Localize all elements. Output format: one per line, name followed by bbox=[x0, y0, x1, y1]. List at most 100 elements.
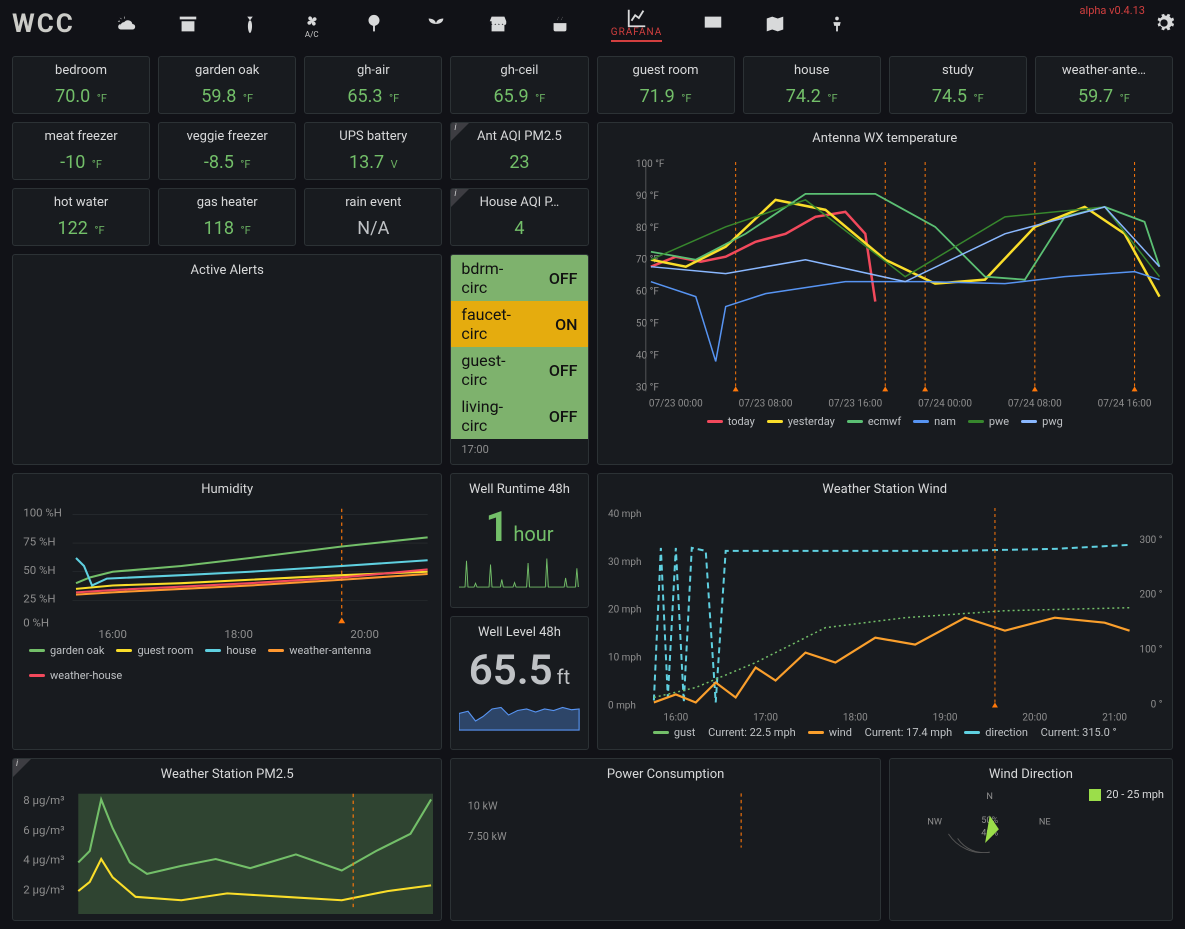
info-icon[interactable] bbox=[451, 189, 469, 207]
humidity-chart: 100 %H75 %H50 %H25 %H0 %H 16:0018:0020:0… bbox=[21, 503, 433, 640]
svg-text:75 %H: 75 %H bbox=[23, 534, 55, 548]
panel-title: Antenna WX temperature bbox=[606, 129, 1165, 152]
svg-text:30 mph: 30 mph bbox=[608, 557, 642, 568]
stat-rain-event[interactable]: rain event N/A bbox=[304, 188, 442, 246]
stat-gh-ceil[interactable]: gh-ceil 65.9 °F bbox=[450, 56, 588, 114]
panel-title: Active Alerts bbox=[21, 261, 433, 284]
dashboard-grid: bedroom 70.0 °F garden oak 59.8 °F gh-ai… bbox=[0, 48, 1185, 929]
antenna-wx-chart: 100 °F90 °F80 °F 70 °F60 °F50 °F 40 °F30… bbox=[606, 152, 1165, 411]
svg-text:8 µg/m³: 8 µg/m³ bbox=[23, 793, 64, 807]
svg-text:16:00: 16:00 bbox=[663, 712, 688, 722]
stat-veggie-freezer[interactable]: veggie freezer -8.5 °F bbox=[158, 122, 296, 180]
svg-text:50 °F: 50 °F bbox=[635, 319, 658, 330]
wind-chart: 40 mph30 mph20 mph10 mph0 mph 300 °200 °… bbox=[606, 503, 1165, 722]
svg-text:4 µg/m³: 4 µg/m³ bbox=[23, 853, 64, 867]
legend-item[interactable]: pwe bbox=[968, 415, 1009, 428]
settings-button[interactable] bbox=[1153, 12, 1175, 38]
info-icon[interactable] bbox=[13, 759, 31, 777]
stat-guest-room[interactable]: guest room 71.9 °F bbox=[597, 56, 735, 114]
circ-footer: 17:00 bbox=[451, 439, 587, 464]
nav-grafana[interactable]: GRAFANA bbox=[611, 7, 662, 42]
stat-gas-heater[interactable]: gas heater 118 °F bbox=[158, 188, 296, 246]
wind-panel[interactable]: Weather Station Wind 40 mph30 mph20 mph1… bbox=[597, 473, 1174, 750]
stat-gh-air[interactable]: gh-air 65.3 °F bbox=[304, 56, 442, 114]
svg-text:07/23 16:00: 07/23 16:00 bbox=[828, 398, 882, 409]
sun-cloud-icon bbox=[115, 13, 137, 35]
svg-text:10 mph: 10 mph bbox=[608, 653, 642, 664]
antenna-wx-legend: today yesterday ecmwf nam pwe pwg bbox=[606, 411, 1165, 432]
nav-archive[interactable] bbox=[177, 13, 199, 35]
stat-garden-oak[interactable]: garden oak 59.8 °F bbox=[158, 56, 296, 114]
svg-text:18:00: 18:00 bbox=[224, 627, 252, 640]
monitor-icon bbox=[702, 13, 724, 35]
top-nav: WCC A/C GRAFANA bbox=[0, 0, 1185, 48]
nav-ac-label: A/C bbox=[305, 30, 319, 39]
table-row[interactable]: living-circOFF bbox=[451, 393, 587, 439]
nav-garden[interactable] bbox=[239, 13, 261, 35]
stat-hot-water[interactable]: hot water 122 °F bbox=[12, 188, 150, 246]
stat-meat-freezer[interactable]: meat freezer -10 °F bbox=[12, 122, 150, 180]
humidity-panel[interactable]: Humidity 100 %H75 %H50 %H25 %H0 %H 16:00… bbox=[12, 473, 442, 750]
svg-text:NE: NE bbox=[1039, 818, 1051, 828]
svg-text:20 mph: 20 mph bbox=[608, 605, 642, 616]
antenna-wx-panel[interactable]: Antenna WX temperature 100 °F90 °F80 °F … bbox=[597, 122, 1174, 465]
svg-text:0 %H: 0 %H bbox=[23, 616, 49, 630]
stat-bedroom[interactable]: bedroom 70.0 °F bbox=[12, 56, 150, 114]
nav-grafana-label: GRAFANA bbox=[611, 27, 662, 38]
power-chart: 10 kW7.50 kW bbox=[459, 788, 871, 853]
stat-house[interactable]: house 74.2 °F bbox=[743, 56, 881, 114]
svg-text:200 °: 200 ° bbox=[1139, 590, 1162, 601]
stat-study[interactable]: study 74.5 °F bbox=[889, 56, 1027, 114]
svg-text:NW: NW bbox=[927, 818, 942, 828]
svg-text:30 °F: 30 °F bbox=[635, 382, 658, 393]
legend-item[interactable]: pwg bbox=[1021, 415, 1063, 428]
nav-map[interactable] bbox=[764, 13, 786, 35]
nav-plant[interactable] bbox=[425, 13, 447, 35]
stat-ups-battery[interactable]: UPS battery 13.7 V bbox=[304, 122, 442, 180]
power-panel[interactable]: Power Consumption 10 kW7.50 kW bbox=[450, 758, 880, 921]
nav-tree[interactable] bbox=[363, 13, 385, 35]
winddir-chart: N NW NE 50% 40% bbox=[898, 788, 1081, 852]
well-runtime-panel[interactable]: Well Runtime 48h 1hour bbox=[450, 473, 588, 608]
info-icon[interactable] bbox=[451, 123, 469, 141]
version-label: alpha v0.4.13 bbox=[1080, 4, 1145, 17]
svg-text:40 mph: 40 mph bbox=[608, 509, 642, 520]
nav-weather[interactable] bbox=[115, 13, 137, 35]
active-alerts-panel[interactable]: Active Alerts bbox=[12, 254, 442, 465]
svg-text:19:00: 19:00 bbox=[932, 712, 957, 722]
stat-weather-antenna[interactable]: weather-ante… 59.7 °F bbox=[1035, 56, 1173, 114]
seedling-icon bbox=[425, 13, 447, 35]
svg-text:100 %H: 100 %H bbox=[23, 506, 62, 520]
svg-text:40 °F: 40 °F bbox=[635, 350, 658, 361]
svg-text:100 °: 100 ° bbox=[1139, 645, 1162, 656]
winddir-legend-item[interactable]: 20 - 25 mph bbox=[1089, 788, 1164, 801]
stat-ant-aqi[interactable]: Ant AQI PM2.5 23 bbox=[450, 122, 588, 180]
table-row[interactable]: guest-circOFF bbox=[451, 347, 587, 393]
circ-panel[interactable]: bdrm-circOFF faucet-circON guest-circOFF… bbox=[450, 254, 588, 465]
well-level-panel[interactable]: Well Level 48h 65.5ft bbox=[450, 616, 588, 751]
nav-system[interactable] bbox=[702, 13, 724, 35]
nav-store[interactable] bbox=[487, 13, 509, 35]
pm25-panel[interactable]: Weather Station PM2.5 8 µg/m³6 µg/m³4 µg… bbox=[12, 758, 442, 921]
svg-text:7.50 kW: 7.50 kW bbox=[468, 830, 507, 843]
legend-item[interactable]: today bbox=[707, 415, 755, 428]
nav-cooking[interactable] bbox=[549, 13, 571, 35]
nav-person[interactable] bbox=[826, 13, 848, 35]
app-logo[interactable]: WCC bbox=[12, 9, 75, 39]
legend-item[interactable]: ecmwf bbox=[847, 415, 901, 428]
well-runtime-spark bbox=[459, 552, 579, 592]
nav-ac[interactable]: A/C bbox=[301, 10, 323, 39]
table-row[interactable]: faucet-circON bbox=[451, 301, 587, 347]
humidity-legend: garden oak guest room house weather-ante… bbox=[21, 640, 433, 686]
chart-line-icon bbox=[626, 7, 648, 29]
bignum-value: 1hour bbox=[459, 503, 579, 552]
legend-item[interactable]: nam bbox=[913, 415, 956, 428]
winddir-panel[interactable]: Wind Direction N NW NE 50% 40% 20 - 25 m… bbox=[889, 758, 1173, 921]
nav-icons: A/C GRAFANA bbox=[115, 7, 848, 42]
svg-text:0 °: 0 ° bbox=[1150, 699, 1162, 710]
pot-icon bbox=[549, 13, 571, 35]
stat-house-aqi[interactable]: House AQI P… 4 bbox=[450, 188, 588, 246]
legend-item[interactable]: yesterday bbox=[767, 415, 835, 428]
svg-text:16:00: 16:00 bbox=[98, 627, 126, 640]
table-row[interactable]: bdrm-circOFF bbox=[451, 255, 587, 301]
